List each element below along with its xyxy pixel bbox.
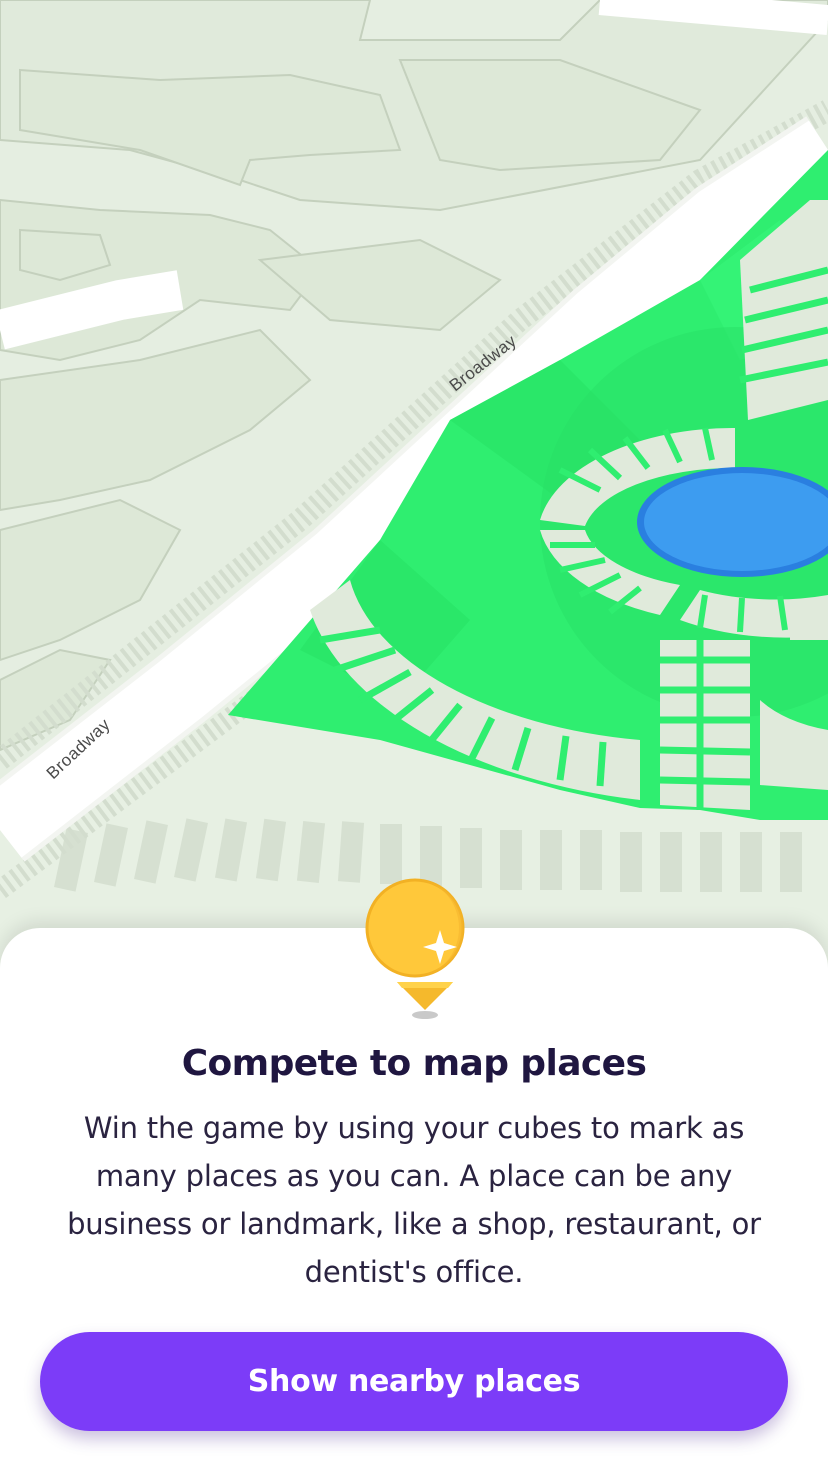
- onboarding-title: Compete to map places: [181, 1043, 647, 1084]
- show-nearby-places-button[interactable]: Show nearby places: [40, 1332, 788, 1431]
- map-view[interactable]: Broadway Broadway: [0, 0, 828, 1000]
- onboarding-description: Win the game by using your cubes to mark…: [67, 1111, 761, 1289]
- coin-pin-icon: [365, 878, 465, 1019]
